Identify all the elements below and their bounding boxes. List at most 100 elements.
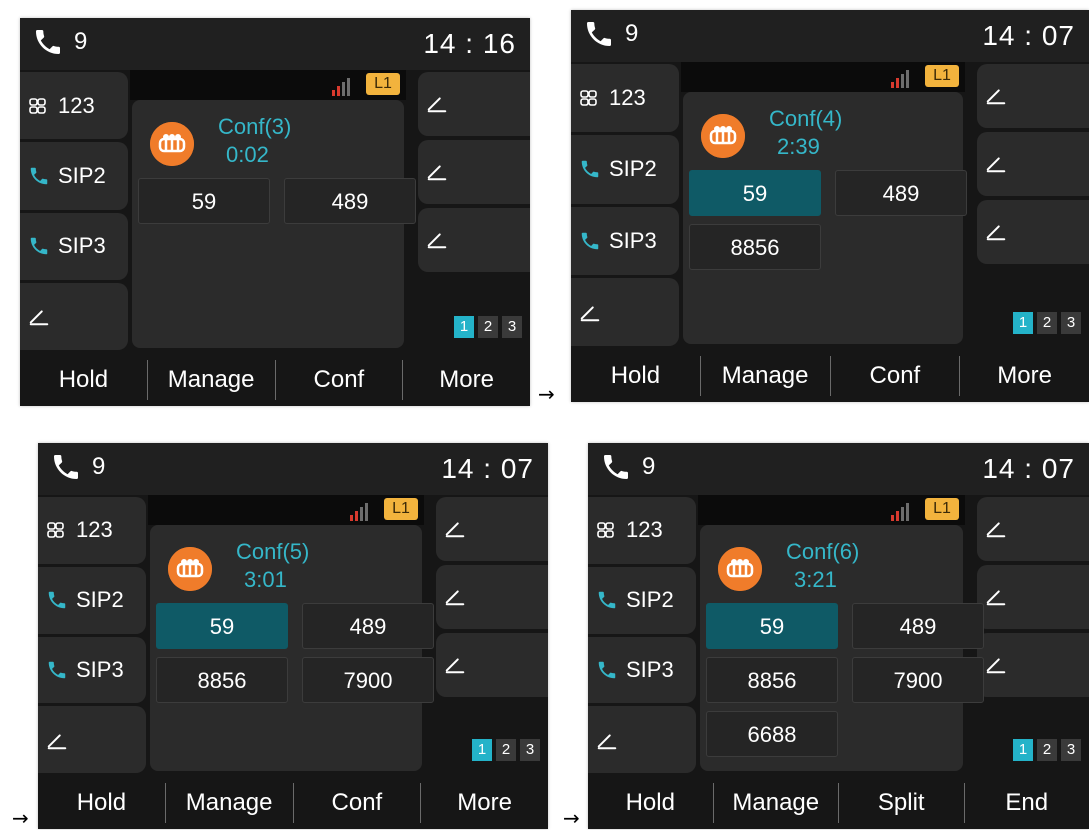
softkey-manage[interactable]: Manage xyxy=(713,783,839,823)
linekey-dialpad[interactable]: 123 xyxy=(20,72,128,139)
linekey-sip3[interactable]: SIP3 xyxy=(38,637,146,704)
linekey-edit-right[interactable] xyxy=(977,633,1089,697)
edit-icon xyxy=(28,305,50,332)
page-1[interactable]: 1 xyxy=(1013,312,1033,334)
phone-screen: 914 : 07L1HoldManageSplitEnd123SIP2SIP31… xyxy=(588,443,1089,829)
call-duration: 3:01 xyxy=(244,567,287,593)
status-bar: 914 : 16 xyxy=(20,18,530,70)
signal-icon xyxy=(891,68,911,88)
softkey-hold[interactable]: Hold xyxy=(588,783,713,823)
linekey-sip3[interactable]: SIP3 xyxy=(588,637,696,704)
linekey-sip3[interactable]: SIP3 xyxy=(20,213,128,280)
page-3[interactable]: 3 xyxy=(502,316,522,338)
page-2[interactable]: 2 xyxy=(1037,312,1057,334)
phone-screen: 914 : 07L1HoldManageConfMore123SIP2SIP31… xyxy=(571,10,1089,402)
line-number: 9 xyxy=(92,453,105,481)
linekey-edit-right[interactable] xyxy=(436,633,548,697)
participant-489[interactable]: 489 xyxy=(852,603,984,649)
linekey-edit-right[interactable] xyxy=(418,140,530,204)
line-badge: L1 xyxy=(384,498,418,520)
softkey-manage[interactable]: Manage xyxy=(165,783,293,823)
softkey-manage[interactable]: Manage xyxy=(700,356,830,396)
softkey-bar: HoldManageConfMore xyxy=(571,350,1089,402)
page-1[interactable]: 1 xyxy=(472,739,492,761)
softkey-end[interactable]: End xyxy=(964,783,1089,823)
linekey-edit-right[interactable] xyxy=(436,565,548,629)
linekey-edit-right[interactable] xyxy=(436,497,548,561)
linekey-edit-right[interactable] xyxy=(418,72,530,136)
softkey-split[interactable]: Split xyxy=(838,783,964,823)
softkey-hold[interactable]: Hold xyxy=(20,360,147,400)
participant-8856[interactable]: 8856 xyxy=(689,224,821,270)
participant-8856[interactable]: 8856 xyxy=(156,657,288,703)
page-3[interactable]: 3 xyxy=(1061,312,1081,334)
page-3[interactable]: 3 xyxy=(1061,739,1081,761)
softkey-more[interactable]: More xyxy=(420,783,548,823)
phone-icon xyxy=(579,158,601,185)
linekey-sip2[interactable]: SIP2 xyxy=(588,567,696,634)
softkey-conf[interactable]: Conf xyxy=(293,783,421,823)
page-2[interactable]: 2 xyxy=(478,316,498,338)
line-number: 9 xyxy=(642,453,655,481)
linekey-edit-right[interactable] xyxy=(977,497,1089,561)
linekey-label: SIP3 xyxy=(626,657,674,683)
softkey-more[interactable]: More xyxy=(959,356,1089,396)
line-badge: L1 xyxy=(925,65,959,87)
linekey-edit[interactable] xyxy=(38,706,146,773)
page-2[interactable]: 2 xyxy=(1037,739,1057,761)
softkey-manage[interactable]: Manage xyxy=(147,360,275,400)
linekey-edit-right[interactable] xyxy=(977,565,1089,629)
participant-489[interactable]: 489 xyxy=(835,170,967,216)
phone-icon xyxy=(46,589,68,616)
phone-icon xyxy=(579,230,601,257)
softkey-hold[interactable]: Hold xyxy=(38,783,165,823)
phone-icon xyxy=(46,659,68,686)
linekey-sip2[interactable]: SIP2 xyxy=(38,567,146,634)
participant-489[interactable]: 489 xyxy=(302,603,434,649)
participant-59[interactable]: 59 xyxy=(689,170,821,216)
page-3[interactable]: 3 xyxy=(520,739,540,761)
linekey-label: 123 xyxy=(609,85,646,111)
participant-59[interactable]: 59 xyxy=(156,603,288,649)
line-number: 9 xyxy=(625,20,638,48)
linekey-dialpad[interactable]: 123 xyxy=(571,64,679,132)
page-1[interactable]: 1 xyxy=(454,316,474,338)
linekey-dialpad[interactable]: 123 xyxy=(38,497,146,564)
edit-icon xyxy=(444,653,466,680)
page-1[interactable]: 1 xyxy=(1013,739,1033,761)
phone-screen: 914 : 16L1HoldManageConfMore123SIP2SIP31… xyxy=(20,18,530,406)
participant-7900[interactable]: 7900 xyxy=(852,657,984,703)
participant-8856[interactable]: 8856 xyxy=(706,657,838,703)
participant-7900[interactable]: 7900 xyxy=(302,657,434,703)
signal-icon xyxy=(350,501,370,521)
participant-6688[interactable]: 6688 xyxy=(706,711,838,757)
page-2[interactable]: 2 xyxy=(496,739,516,761)
linekey-edit-right[interactable] xyxy=(977,132,1089,196)
linekey-label: SIP2 xyxy=(76,587,124,613)
linekey-edit[interactable] xyxy=(588,706,696,773)
softkey-hold[interactable]: Hold xyxy=(571,356,700,396)
participant-489[interactable]: 489 xyxy=(284,178,416,224)
linekey-sip2[interactable]: SIP2 xyxy=(571,135,679,203)
softkey-conf[interactable]: Conf xyxy=(275,360,403,400)
participant-59[interactable]: 59 xyxy=(706,603,838,649)
conference-panel: Conf(5)3:015948988567900 xyxy=(150,525,422,771)
linekey-edit-right[interactable] xyxy=(977,64,1089,128)
conference-title: Conf(4) xyxy=(769,106,842,132)
linekey-dialpad[interactable]: 123 xyxy=(588,497,696,564)
conference-icon xyxy=(168,547,212,591)
conference-title: Conf(5) xyxy=(236,539,309,565)
linekey-edit-right[interactable] xyxy=(418,208,530,272)
linekey-edit[interactable] xyxy=(20,283,128,350)
softkey-bar: HoldManageConfMore xyxy=(20,354,530,406)
conference-panel: Conf(4)2:39594898856 xyxy=(683,92,963,344)
participant-59[interactable]: 59 xyxy=(138,178,270,224)
linekey-edit-right[interactable] xyxy=(977,200,1089,264)
linekey-sip2[interactable]: SIP2 xyxy=(20,142,128,209)
phone-icon xyxy=(32,26,64,60)
linekey-sip3[interactable]: SIP3 xyxy=(571,207,679,275)
softkey-more[interactable]: More xyxy=(402,360,530,400)
linekey-edit[interactable] xyxy=(571,278,679,346)
clock-time: 14 : 07 xyxy=(982,453,1075,485)
softkey-conf[interactable]: Conf xyxy=(830,356,960,396)
